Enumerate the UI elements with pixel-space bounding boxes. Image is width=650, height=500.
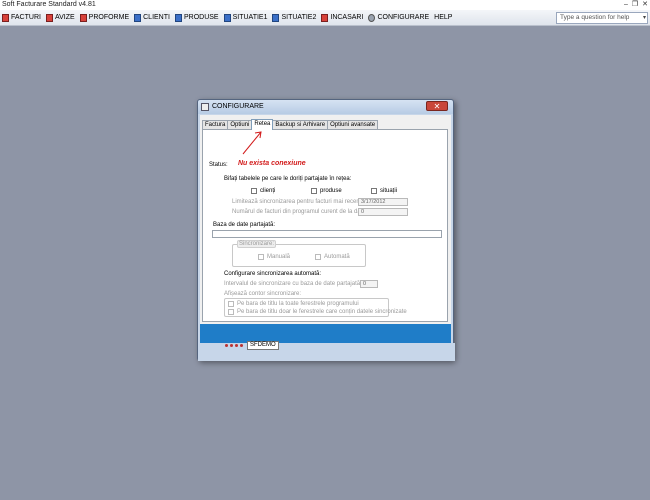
shared-db-input[interactable] — [212, 230, 442, 238]
configurare-dialog: CONFIGURARE ✕ Factura Optiuni Retea Back… — [197, 99, 455, 361]
app-title: Soft Facturare Standard v4.81 — [2, 1, 96, 8]
menu-incasari[interactable]: INCASARI — [321, 13, 364, 22]
document-icon — [79, 13, 87, 22]
checkbox[interactable] — [315, 254, 321, 260]
menu-bar: FACTURI AVIZE PROFORME CLIENTI PRODUSE S… — [0, 10, 650, 26]
menu-facturi[interactable]: FACTURI — [2, 13, 41, 22]
payments-icon — [321, 13, 329, 22]
status-value: Nu exista conexiune — [238, 160, 306, 167]
arrow-annotation — [242, 131, 262, 155]
dialog-body: Factura Optiuni Retea Backup si Arhivare… — [200, 115, 451, 358]
share-label: Bifați tabelele pe care le doriți partaj… — [224, 176, 352, 182]
dialog-title-bar: CONFIGURARE ✕ — [198, 100, 453, 114]
option-label: Pe bara de titlu doar le ferestrele care… — [237, 309, 407, 315]
checkbox[interactable] — [228, 301, 234, 307]
menu-produse[interactable]: PRODUSE — [174, 13, 219, 22]
status-label: Status: — [209, 162, 228, 168]
check-produse[interactable]: produse — [311, 188, 342, 194]
report-icon — [272, 13, 280, 22]
menu-label: PRODUSE — [183, 14, 219, 21]
count-field[interactable]: 0 — [358, 208, 408, 216]
auto-sync-label: Configurare sincronizarea automată: — [224, 271, 322, 277]
checkbox[interactable] — [251, 188, 257, 194]
maximize-button[interactable]: ❐ — [632, 0, 638, 10]
minimize-button[interactable]: – — [624, 0, 628, 10]
sync-group: Sincronizare: Manuală Automată — [232, 240, 366, 267]
interval-label: Intervalul de sincronizare cu baza de da… — [224, 281, 379, 287]
menu-help[interactable]: HELP — [434, 14, 452, 21]
tab-panel-retea: Status: Nu exista conexiune Bifați tabel… — [202, 129, 448, 322]
menu-label: CONFIGURARE — [377, 14, 430, 21]
checkbox[interactable] — [311, 188, 317, 194]
sync-legend: Sincronizare: — [237, 240, 277, 248]
document-icon — [2, 13, 9, 22]
counter-legend: Afișează contor sincronizare: — [224, 291, 302, 297]
check-label: produse — [320, 188, 342, 194]
clients-icon — [134, 13, 142, 22]
document-icon — [45, 13, 53, 22]
db-label: Baza de date partajată: — [213, 222, 276, 228]
app-icon — [201, 103, 209, 111]
menu-situatie2[interactable]: SITUATIE2 — [272, 13, 317, 22]
help-search-input[interactable]: Type a question for help ▾ — [556, 12, 648, 24]
menu-avize[interactable]: AVIZE — [45, 13, 75, 22]
window-controls: – ❐ ✕ — [624, 0, 648, 10]
checkbox[interactable] — [258, 254, 264, 260]
chevron-down-icon: ▾ — [642, 15, 646, 21]
menu-label: SITUATIE1 — [232, 14, 268, 21]
interval-field[interactable]: 0 — [360, 280, 378, 288]
menu-label: PROFORME — [88, 14, 130, 21]
menu-clienti[interactable]: CLIENTI — [134, 13, 170, 22]
dialog-close-button[interactable]: ✕ — [426, 101, 448, 111]
status-dot-icon — [240, 344, 243, 347]
menu-label: CLIENTI — [143, 14, 170, 21]
db-name: SFDEMO — [247, 341, 279, 350]
report-icon — [223, 13, 231, 22]
option-label: Manuală — [267, 254, 291, 260]
gear-icon — [368, 13, 376, 22]
option-label: Pe bara de titlu la toate ferestrele pro… — [237, 301, 359, 307]
radio-automata[interactable]: Automată — [315, 254, 350, 260]
checkbox[interactable] — [228, 309, 234, 315]
menu-label: FACTURI — [11, 14, 41, 21]
menu-configurare[interactable]: CONFIGURARE — [368, 13, 430, 22]
app-title-bar: Soft Facturare Standard v4.81 – ❐ ✕ — [0, 0, 650, 10]
menu-label: AVIZE — [54, 14, 75, 21]
menu-label: SITUATIE2 — [281, 14, 317, 21]
option-label: Automată — [324, 254, 350, 260]
tab-retea[interactable]: Retea — [251, 119, 274, 130]
counter-group: Pe bara de titlu la toate ferestrele pro… — [224, 298, 407, 317]
check-label: clienți — [260, 188, 276, 194]
menu-label: HELP — [434, 14, 453, 21]
check-clienti[interactable]: clienți — [251, 188, 275, 194]
menu-situatie1[interactable]: SITUATIE1 — [223, 13, 268, 22]
products-icon — [174, 13, 182, 22]
check-label: situații — [380, 188, 398, 194]
check-counter-sync[interactable]: Pe bara de titlu doar le ferestrele care… — [228, 309, 407, 315]
limit-label: Limitează sincronizarea pentru facturi m… — [232, 199, 375, 205]
checkbox[interactable] — [371, 188, 377, 194]
radio-manuala[interactable]: Manuală — [258, 254, 290, 260]
limit-date-field[interactable]: 3/17/2012 — [358, 198, 408, 206]
check-counter-all[interactable]: Pe bara de titlu la toate ferestrele pro… — [228, 301, 359, 307]
db-indicator: SFDEMO — [225, 341, 279, 350]
status-dot-icon — [225, 344, 228, 347]
check-situatii[interactable]: situații — [371, 188, 397, 194]
dialog-title: CONFIGURARE — [212, 103, 264, 110]
status-dot-icon — [235, 344, 238, 347]
status-dot-icon — [230, 344, 233, 347]
menu-proforme[interactable]: PROFORME — [79, 13, 130, 22]
menu-label: INCASARI — [330, 14, 364, 21]
close-button[interactable]: ✕ — [642, 0, 648, 10]
help-placeholder: Type a question for help — [560, 14, 630, 21]
